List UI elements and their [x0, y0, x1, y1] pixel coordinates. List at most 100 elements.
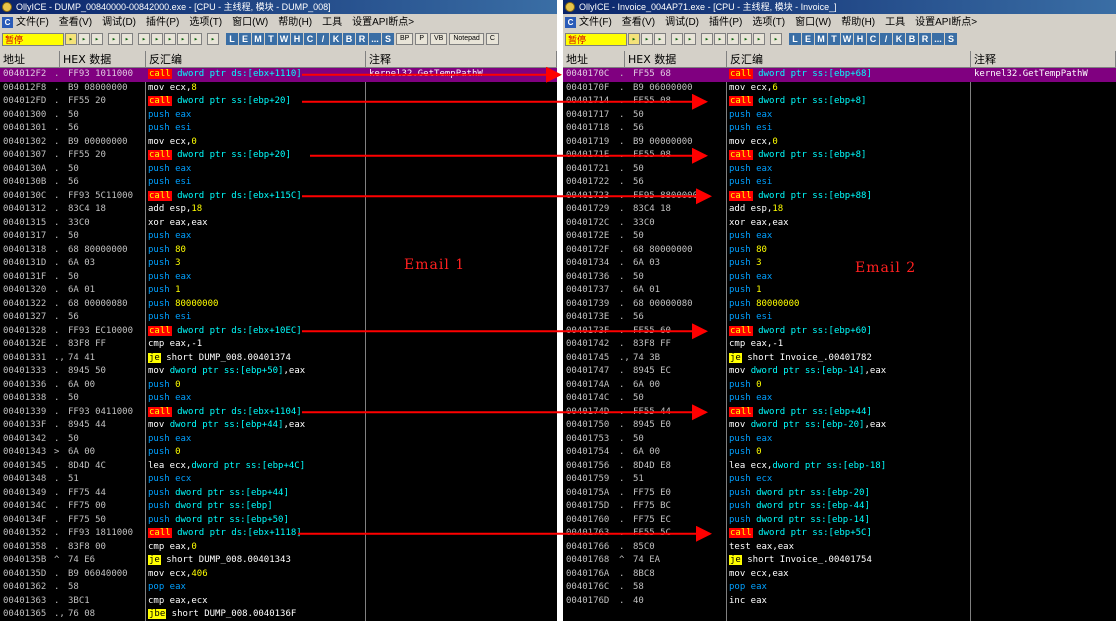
- instruction-row[interactable]: 00401327. 56 push esi: [0, 311, 557, 325]
- window-shortcut-button[interactable]: L: [226, 33, 238, 45]
- instruction-row[interactable]: 0040174D. FF55 44 call dword ptr ss:[ebp+4…: [563, 406, 1116, 420]
- menu-item[interactable]: 查看(V): [622, 14, 655, 31]
- instruction-row[interactable]: 0040135B ^ 74 E6 je short DUMP_008.00401343: [0, 554, 557, 568]
- open-icon[interactable]: ▸: [628, 33, 640, 45]
- instruction-row[interactable]: 00401358. 83F8 00 cmp eax,0: [0, 541, 557, 555]
- instruction-row[interactable]: 0040173F. FF55 60 call dword ptr ss:[ebp+6…: [563, 325, 1116, 339]
- window-shortcut-button[interactable]: K: [330, 33, 342, 45]
- window-shortcut-button[interactable]: /: [317, 33, 329, 45]
- instruction-row[interactable]: 0040130A. 50 push eax: [0, 163, 557, 177]
- instruction-row[interactable]: 00401719. B9 00000000 mov ecx,0: [563, 136, 1116, 150]
- window-shortcut-button[interactable]: ...: [932, 33, 944, 45]
- instruction-row[interactable]: 00401723. FF95 88000000 call dword ptr ss:…: [563, 190, 1116, 204]
- window-shortcut-button[interactable]: C: [867, 33, 879, 45]
- instruction-row[interactable]: 00401331., 74 41 je short DUMP_008.0040137…: [0, 352, 557, 366]
- menu-item[interactable]: 查看(V): [59, 14, 92, 31]
- instruction-row[interactable]: 00401315. 33C0 xor eax,eax: [0, 217, 557, 231]
- instruction-row[interactable]: 00401345. 8D4D 4C lea ecx,dword ptr ss:[eb…: [0, 460, 557, 474]
- menu-item[interactable]: 窗口(W): [795, 14, 831, 31]
- instruction-row[interactable]: 00401768 ^ 74 EA je short Invoice_.00401754: [563, 554, 1116, 568]
- instruction-row[interactable]: 0040176C. 58 pop eax: [563, 581, 1116, 595]
- menu-item[interactable]: 帮助(H): [278, 14, 312, 31]
- instruction-row[interactable]: 00401750. 8945 E0 mov dword ptr ss:[ebp-20…: [563, 419, 1116, 433]
- window-shortcut-button[interactable]: M: [252, 33, 264, 45]
- menu-item[interactable]: 窗口(W): [232, 14, 268, 31]
- plugin-button[interactable]: VB: [430, 33, 448, 45]
- instruction-row[interactable]: 00401301. 56 push esi: [0, 122, 557, 136]
- column-header-hex[interactable]: HEX 数据: [625, 51, 727, 68]
- instruction-row[interactable]: 00401336. 6A 00 push 0: [0, 379, 557, 393]
- instruction-row[interactable]: 00401333. 8945 50 mov dword ptr ss:[ebp+50…: [0, 365, 557, 379]
- plugin-button[interactable]: Notepad: [449, 33, 484, 45]
- goto-icon[interactable]: ▸: [770, 33, 782, 45]
- instruction-row[interactable]: 0040131F. 50 push eax: [0, 271, 557, 285]
- menu-item[interactable]: 帮助(H): [841, 14, 875, 31]
- instruction-row[interactable]: 0040174C. 50 push eax: [563, 392, 1116, 406]
- instruction-row[interactable]: 00401766. 85C0 test eax,eax: [563, 541, 1116, 555]
- instruction-row[interactable]: 0040132E. 83F8 FF cmp eax,-1: [0, 338, 557, 352]
- window-shortcut-button[interactable]: B: [343, 33, 355, 45]
- instruction-row[interactable]: 00401736. 50 push eax: [563, 271, 1116, 285]
- step-over-icon[interactable]: ▸: [714, 33, 726, 45]
- instruction-row[interactable]: 00401763. FF55 5C call dword ptr ss:[ebp+5…: [563, 527, 1116, 541]
- selected-instruction-row[interactable]: 004012F2. FF93 1011000 call dword ptr ds:[…: [0, 68, 557, 82]
- instruction-row[interactable]: 0040130C. FF93 5C11000 call dword ptr ds:[…: [0, 190, 557, 204]
- instruction-row[interactable]: 00401363. 3BC1 cmp eax,ecx: [0, 595, 557, 609]
- instruction-row[interactable]: 00401342. 50 push eax: [0, 433, 557, 447]
- menu-item[interactable]: 选项(T): [189, 14, 222, 31]
- instruction-row[interactable]: 00401349. FF75 44 push dword ptr ss:[ebp+4…: [0, 487, 557, 501]
- instruction-row[interactable]: 00401312. 83C4 18 add esp,18: [0, 203, 557, 217]
- instruction-row[interactable]: 00401339. FF93 0411000 call dword ptr ds:[…: [0, 406, 557, 420]
- instruction-row[interactable]: 004012FD. FF55 20 call dword ptr ss:[ebp+2…: [0, 95, 557, 109]
- rewind-icon[interactable]: ▸: [641, 33, 653, 45]
- instruction-row[interactable]: 0040133F. 8945 44 mov dword ptr ss:[ebp+44…: [0, 419, 557, 433]
- execute-till-return-icon[interactable]: ▸: [190, 33, 202, 45]
- window-shortcut-button[interactable]: B: [906, 33, 918, 45]
- window-shortcut-button[interactable]: K: [893, 33, 905, 45]
- instruction-row[interactable]: 00401322. 68 00000080 push 80000000: [0, 298, 557, 312]
- disassembly-pane[interactable]: 地址 HEX 数据 反汇编 注释 004012F2. FF93 1011000 call d…: [0, 51, 557, 621]
- window-shortcut-button[interactable]: W: [278, 33, 290, 45]
- instruction-row[interactable]: 00401318. 68 80000000 push 80: [0, 244, 557, 258]
- instruction-row[interactable]: 0040175A. FF75 E0 push dword ptr ss:[ebp-2…: [563, 487, 1116, 501]
- column-header-address[interactable]: 地址: [0, 51, 60, 68]
- instruction-row[interactable]: 00401756. 8D4D E8 lea ecx,dword ptr ss:[eb…: [563, 460, 1116, 474]
- column-header-address[interactable]: 地址: [563, 51, 625, 68]
- trace-over-icon[interactable]: ▸: [740, 33, 752, 45]
- window-shortcut-button[interactable]: C: [304, 33, 316, 45]
- instruction-row[interactable]: 0040174A. 6A 00 push 0: [563, 379, 1116, 393]
- instruction-row[interactable]: 00401362. 58 pop eax: [0, 581, 557, 595]
- step-into-icon[interactable]: ▸: [138, 33, 150, 45]
- menu-item[interactable]: 调试(D): [102, 14, 136, 31]
- step-into-icon[interactable]: ▸: [701, 33, 713, 45]
- instruction-row[interactable]: 0040170F. B9 06000000 mov ecx,6: [563, 82, 1116, 96]
- instruction-row[interactable]: 0040134C. FF75 00 push dword ptr ss:[ebp]: [0, 500, 557, 514]
- menu-item[interactable]: 插件(P): [146, 14, 179, 31]
- instruction-row[interactable]: 00401722. 56 push esi: [563, 176, 1116, 190]
- instruction-row[interactable]: 00401729. 83C4 18 add esp,18: [563, 203, 1116, 217]
- instruction-row[interactable]: 00401747. 8945 EC mov dword ptr ss:[ebp-14…: [563, 365, 1116, 379]
- pause-icon[interactable]: ▸: [684, 33, 696, 45]
- plugin-button[interactable]: P: [415, 33, 429, 45]
- menu-item[interactable]: 选项(T): [752, 14, 785, 31]
- instruction-row[interactable]: 00401348. 51 push ecx: [0, 473, 557, 487]
- instruction-row[interactable]: 00401734. 6A 03 push 3: [563, 257, 1116, 271]
- instruction-row[interactable]: 0040135D. B9 06040000 mov ecx,406: [0, 568, 557, 582]
- instruction-row[interactable]: 00401759. 51 push ecx: [563, 473, 1116, 487]
- execute-till-return-icon[interactable]: ▸: [753, 33, 765, 45]
- window-shortcut-button[interactable]: /: [880, 33, 892, 45]
- instruction-row[interactable]: 0040131D. 6A 03 push 3: [0, 257, 557, 271]
- column-header-comment[interactable]: 注释: [971, 51, 1116, 68]
- instruction-row[interactable]: 0040176D. 40 inc eax: [563, 595, 1116, 609]
- window-shortcut-button[interactable]: T: [828, 33, 840, 45]
- window-shortcut-button[interactable]: R: [919, 33, 931, 45]
- window-shortcut-button[interactable]: R: [356, 33, 368, 45]
- instruction-row[interactable]: 00401328. FF93 EC10000 call dword ptr ds:[…: [0, 325, 557, 339]
- instruction-row[interactable]: 0040172E. 50 push eax: [563, 230, 1116, 244]
- menu-item[interactable]: 插件(P): [709, 14, 742, 31]
- instruction-row[interactable]: 0040171E. FF55 08 call dword ptr ss:[ebp+8…: [563, 149, 1116, 163]
- instruction-row[interactable]: 0040176A. 8BC8 mov ecx,eax: [563, 568, 1116, 582]
- window-shortcut-button[interactable]: ...: [369, 33, 381, 45]
- instruction-row[interactable]: 00401302. B9 00000000 mov ecx,0: [0, 136, 557, 150]
- selected-instruction-row[interactable]: 0040170C. FF55 68 call dword ptr ss:[ebp+6…: [563, 68, 1116, 82]
